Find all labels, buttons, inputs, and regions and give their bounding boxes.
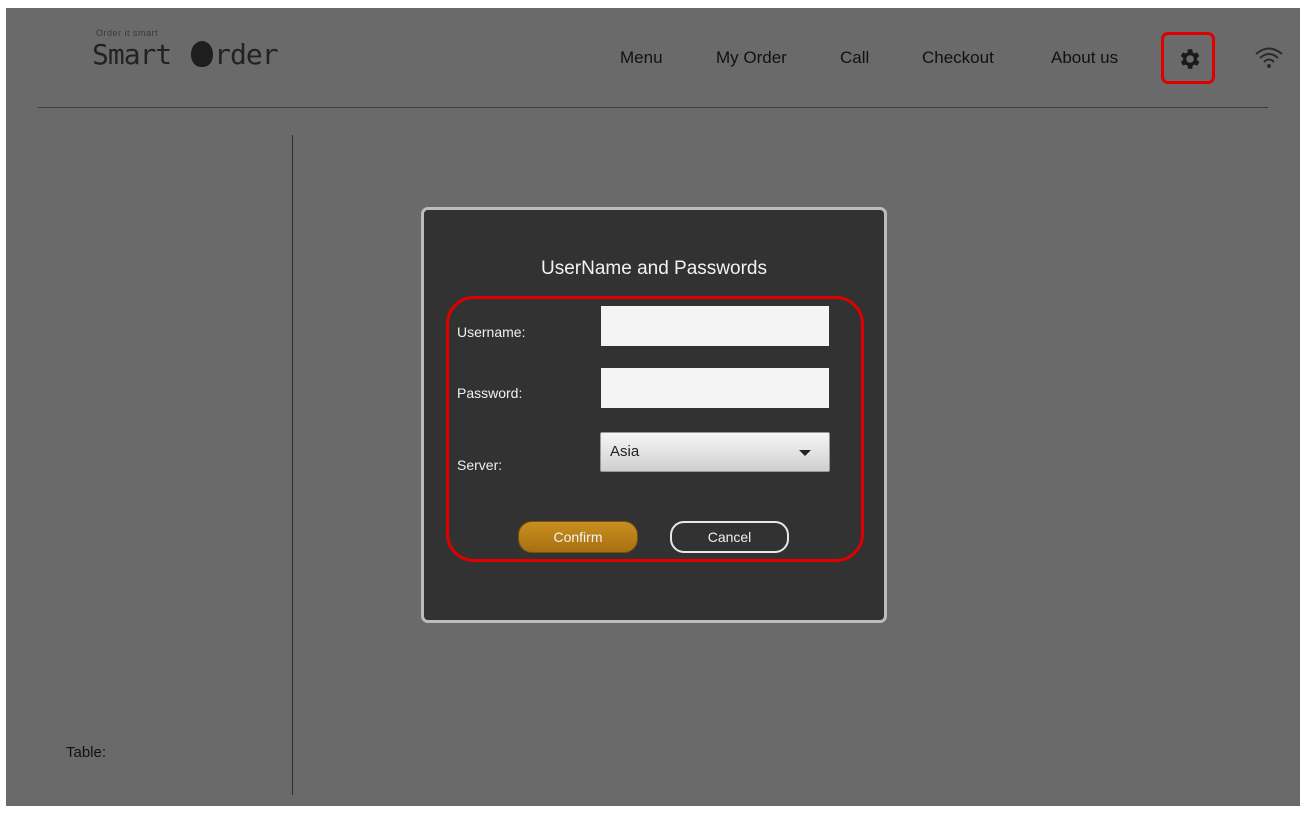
dialog-title: UserName and Passwords xyxy=(541,258,767,279)
top-nav: Menu My Order Call Checkout About us xyxy=(6,48,1300,72)
nav-item-about-us[interactable]: About us xyxy=(1051,48,1118,68)
gear-icon xyxy=(1180,49,1200,69)
nav-item-call[interactable]: Call xyxy=(840,48,869,68)
cancel-button[interactable]: Cancel xyxy=(670,521,789,553)
settings-button[interactable] xyxy=(1161,32,1215,84)
password-label: Password: xyxy=(457,385,523,401)
header-divider xyxy=(38,107,1268,108)
login-dialog: UserName and Passwords Username: Passwor… xyxy=(421,207,887,623)
server-label: Server: xyxy=(457,457,503,473)
server-dropdown[interactable]: Asia xyxy=(600,432,830,472)
logo-tagline: Order it smart xyxy=(96,28,159,38)
password-input[interactable] xyxy=(601,368,829,408)
app-screen: Order it smart Smart rder Menu My Order … xyxy=(6,8,1300,806)
username-input[interactable] xyxy=(601,306,829,346)
nav-item-my-order[interactable]: My Order xyxy=(716,48,787,68)
confirm-button[interactable]: Confirm xyxy=(518,521,638,553)
nav-item-checkout[interactable]: Checkout xyxy=(922,48,994,68)
nav-item-menu[interactable]: Menu xyxy=(620,48,663,68)
table-label: Table: xyxy=(66,744,107,761)
wifi-icon xyxy=(1255,47,1283,68)
server-selected-value: Asia xyxy=(610,443,640,460)
username-label: Username: xyxy=(457,324,526,340)
sidebar-divider xyxy=(292,135,293,795)
chevron-down-icon xyxy=(799,450,811,456)
